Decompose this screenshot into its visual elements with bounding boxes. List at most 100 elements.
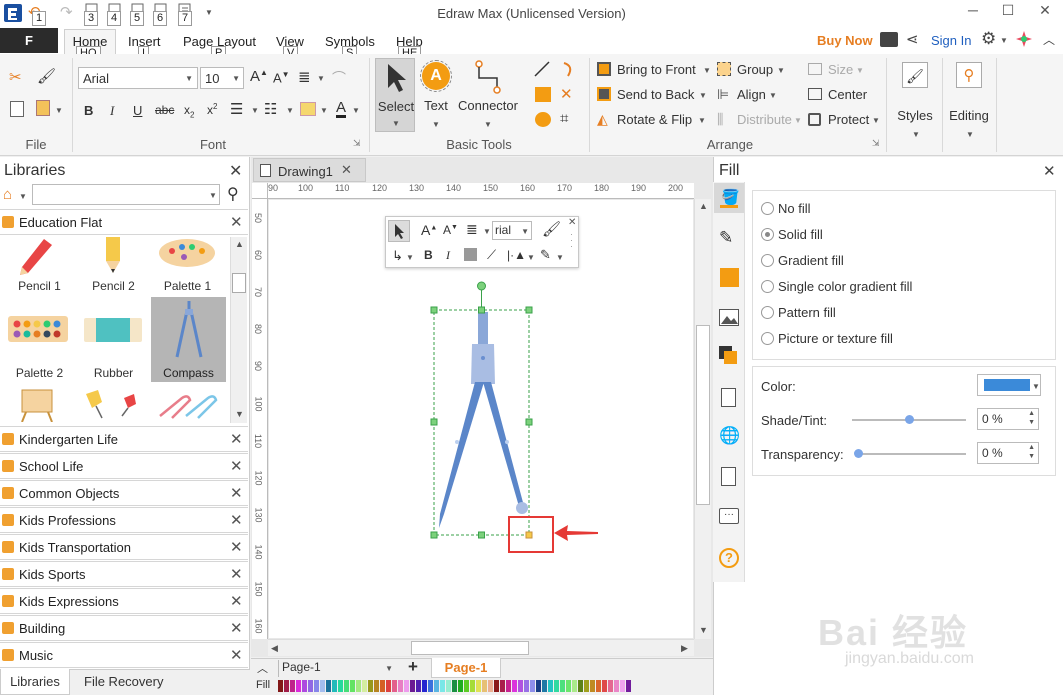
color-swatch-cell[interactable] — [314, 680, 319, 692]
italic-icon[interactable]: I — [110, 103, 114, 119]
superscript-icon[interactable]: x2 — [207, 102, 217, 117]
library-close-icon[interactable]: ✕ — [230, 430, 243, 448]
size-button[interactable]: Size ▼ — [808, 61, 868, 79]
indent-icon[interactable]: ☷ — [264, 100, 277, 118]
color-swatch-cell[interactable] — [416, 680, 421, 692]
send-to-back-button[interactable]: Send to Back ▼ — [597, 86, 712, 104]
shape-compass[interactable]: Compass — [151, 297, 226, 382]
page-select[interactable]: Page-1 ▼ — [278, 660, 396, 677]
mini-bold-icon[interactable]: B — [424, 248, 433, 262]
fill-option-pattern-fill[interactable]: Pattern fill — [761, 305, 961, 321]
settings-dropdown-icon[interactable]: ▼ — [1000, 36, 1008, 45]
sidebar-comment-icon[interactable]: ··· — [719, 508, 739, 524]
document-tab[interactable]: Drawing1 ✕ — [253, 158, 366, 182]
font-dialog-launcher-icon[interactable]: ⇲ — [353, 138, 361, 149]
scroll-thumb[interactable] — [232, 273, 246, 293]
scroll-up-icon[interactable]: ▲ — [699, 201, 708, 211]
color-swatch-cell[interactable] — [470, 680, 475, 692]
mini-connector-icon[interactable]: ↳ — [392, 248, 403, 264]
align-button[interactable]: ⊫ Align ▼ — [717, 86, 787, 104]
color-swatch-cell[interactable] — [620, 680, 625, 692]
resize-handle[interactable] — [478, 531, 485, 539]
sidebar-fill-icon[interactable]: 🪣 — [714, 183, 744, 213]
color-picker[interactable]: ▼ — [977, 374, 1041, 396]
underline-icon[interactable]: U — [133, 103, 142, 118]
color-swatch-cell[interactable] — [386, 680, 391, 692]
resize-handle[interactable] — [525, 418, 533, 426]
color-swatch-cell[interactable] — [392, 680, 397, 692]
color-swatches[interactable] — [278, 680, 634, 692]
color-swatch-cell[interactable] — [500, 680, 505, 692]
color-swatch-cell[interactable] — [452, 680, 457, 692]
scroll-right-icon[interactable]: ▶ — [681, 643, 688, 654]
close-button[interactable]: ✕ — [1030, 2, 1060, 22]
color-swatch-cell[interactable] — [428, 680, 433, 692]
color-swatch-cell[interactable] — [404, 680, 409, 692]
shape-pencil-2[interactable]: Pencil 2 — [76, 237, 149, 295]
cut-icon[interactable]: ✂ — [9, 68, 22, 86]
mini-toolbar-close-icon[interactable]: ✕ — [568, 217, 576, 228]
library-close-icon[interactable]: ✕ — [230, 592, 243, 610]
color-swatch-cell[interactable] — [338, 680, 343, 692]
text-align-icon[interactable]: ≣ — [298, 68, 311, 86]
color-swatch-cell[interactable] — [344, 680, 349, 692]
mini-toolbar-grip-icon[interactable]: · · · — [570, 230, 573, 251]
color-swatch-cell[interactable] — [512, 680, 517, 692]
color-swatch-cell[interactable] — [284, 680, 289, 692]
color-swatch-cell[interactable] — [398, 680, 403, 692]
color-swatch-cell[interactable] — [548, 680, 553, 692]
mini-fill-icon[interactable] — [464, 248, 477, 261]
sidebar-attachment-icon[interactable] — [721, 467, 736, 486]
sidebar-help-icon[interactable]: ? — [719, 548, 739, 568]
color-swatch-cell[interactable] — [614, 680, 619, 692]
mini-line-icon[interactable]: ⟋ — [487, 247, 496, 263]
color-swatch-cell[interactable] — [368, 680, 373, 692]
color-swatch-cell[interactable] — [356, 680, 361, 692]
vertical-scrollbar[interactable]: ▲ ▼ — [694, 199, 711, 639]
color-swatch-cell[interactable] — [482, 680, 487, 692]
library-header-common-objects[interactable]: Common Objects ✕ — [0, 480, 248, 506]
decrease-font-icon[interactable]: A▼ — [273, 70, 290, 85]
text-highlight-icon[interactable] — [300, 102, 316, 116]
horizontal-scrollbar[interactable]: ◀ ▶ — [268, 639, 694, 656]
scroll-left-icon[interactable]: ◀ — [271, 643, 278, 654]
shape-rubber[interactable]: Rubber — [76, 310, 149, 382]
shape-palette-1[interactable]: Palette 1 — [150, 237, 225, 295]
color-swatch-cell[interactable] — [626, 680, 631, 692]
font-name-select[interactable]: Arial ▼ — [78, 67, 198, 89]
library-home-dropdown-icon[interactable]: ▼ — [19, 192, 27, 201]
library-header-kids-expressions[interactable]: Kids Expressions ✕ — [0, 588, 248, 614]
document-close-icon[interactable]: ✕ — [341, 162, 352, 178]
line-tool-icon[interactable] — [533, 60, 551, 78]
color-swatch-cell[interactable] — [536, 680, 541, 692]
color-swatch-cell[interactable] — [506, 680, 511, 692]
cross-tool-icon[interactable]: ✕ — [560, 85, 573, 103]
color-swatch-cell[interactable] — [560, 680, 565, 692]
increase-font-icon[interactable]: A▲ — [250, 68, 268, 85]
color-swatch-cell[interactable] — [566, 680, 571, 692]
shape-palette-2[interactable]: Palette 2 — [2, 310, 75, 382]
bullets-icon[interactable]: ☰ — [230, 100, 243, 118]
color-swatch-cell[interactable] — [530, 680, 535, 692]
color-swatch-cell[interactable] — [446, 680, 451, 692]
page-tab-active[interactable]: Page-1 — [431, 658, 501, 678]
library-close-icon[interactable]: ✕ — [230, 646, 243, 664]
cart-icon[interactable] — [880, 32, 898, 47]
library-close-icon[interactable]: ✕ — [230, 538, 243, 556]
search-icon[interactable]: ⚲ — [227, 184, 239, 204]
color-swatch-cell[interactable] — [464, 680, 469, 692]
mini-format-painter-icon[interactable]: 🖌 — [542, 220, 561, 238]
mini-font-select[interactable]: rial ▼ — [492, 221, 532, 240]
mini-increase-font-icon[interactable]: A▲ — [421, 222, 437, 238]
transparency-spinner[interactable]: 0 % ▲ ▼ — [977, 442, 1039, 464]
color-swatch-cell[interactable] — [302, 680, 307, 692]
color-swatch-cell[interactable] — [494, 680, 499, 692]
color-swatch-cell[interactable] — [320, 680, 325, 692]
protect-button[interactable]: Protect ▼ — [808, 111, 883, 129]
sidebar-shadow-icon[interactable] — [720, 268, 739, 287]
crop-tool-icon[interactable]: ⌗ — [560, 110, 568, 127]
library-header-kindergarten-life[interactable]: Kindergarten Life ✕ — [0, 426, 248, 452]
color-swatch-cell[interactable] — [590, 680, 595, 692]
mini-arrow-dropdown-icon[interactable]: ▼ — [527, 253, 535, 262]
color-swatch-cell[interactable] — [524, 680, 529, 692]
